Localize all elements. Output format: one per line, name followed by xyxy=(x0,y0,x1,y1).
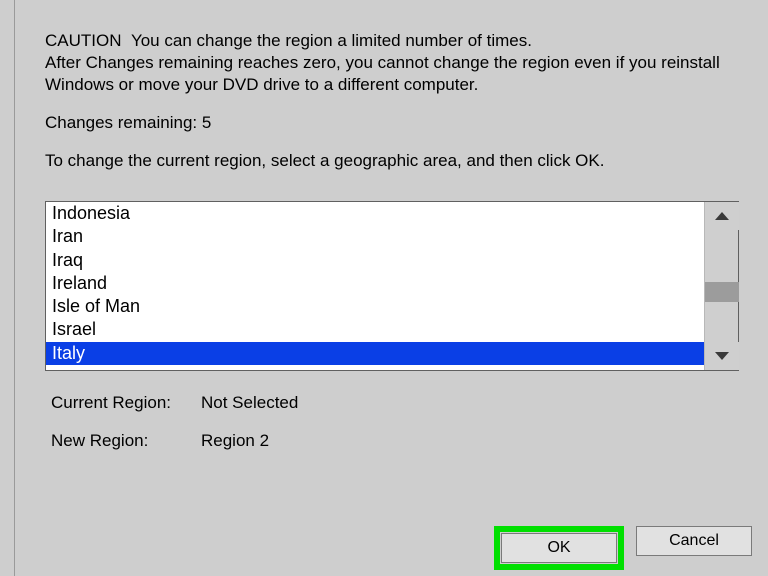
ok-button[interactable]: OK xyxy=(501,533,617,563)
scrollbar[interactable] xyxy=(704,202,738,370)
list-item[interactable]: Italy xyxy=(46,342,706,365)
instruction-text: To change the current region, select a g… xyxy=(45,151,738,171)
list-item[interactable]: Iran xyxy=(46,225,706,248)
button-bar: OK Cancel xyxy=(494,526,752,570)
chevron-up-icon xyxy=(715,212,729,220)
scroll-up-button[interactable] xyxy=(705,202,739,230)
new-region-row: New Region: Region 2 xyxy=(51,431,738,451)
scroll-thumb[interactable] xyxy=(705,282,739,302)
caution-body: You can change the region a limited numb… xyxy=(45,31,720,94)
region-list-items: IndonesiaIranIraqIrelandIsle of ManIsrae… xyxy=(46,202,706,370)
chevron-down-icon xyxy=(715,352,729,360)
list-item[interactable]: Indonesia xyxy=(46,202,706,225)
current-region-row: Current Region: Not Selected xyxy=(51,393,738,413)
new-region-value: Region 2 xyxy=(201,431,269,451)
region-listbox[interactable]: IndonesiaIranIraqIrelandIsle of ManIsrae… xyxy=(45,201,739,371)
cancel-button[interactable]: Cancel xyxy=(636,526,752,556)
list-item[interactable]: Israel xyxy=(46,318,706,341)
changes-remaining-label: Changes remaining: xyxy=(45,113,197,132)
region-info: Current Region: Not Selected New Region:… xyxy=(51,393,738,451)
list-item[interactable]: Isle of Man xyxy=(46,295,706,318)
list-item[interactable]: Ireland xyxy=(46,272,706,295)
caution-text: CAUTION You can change the region a limi… xyxy=(45,30,738,95)
dvd-region-dialog: CAUTION You can change the region a limi… xyxy=(14,0,768,576)
current-region-label: Current Region: xyxy=(51,393,201,413)
scroll-down-button[interactable] xyxy=(705,342,739,370)
caution-label: CAUTION xyxy=(45,31,122,50)
changes-remaining-value: 5 xyxy=(202,113,211,132)
scroll-track[interactable] xyxy=(705,230,739,342)
new-region-label: New Region: xyxy=(51,431,201,451)
ok-highlight-box: OK xyxy=(494,526,624,570)
changes-remaining: Changes remaining: 5 xyxy=(45,113,738,133)
current-region-value: Not Selected xyxy=(201,393,298,413)
list-item[interactable]: Iraq xyxy=(46,249,706,272)
